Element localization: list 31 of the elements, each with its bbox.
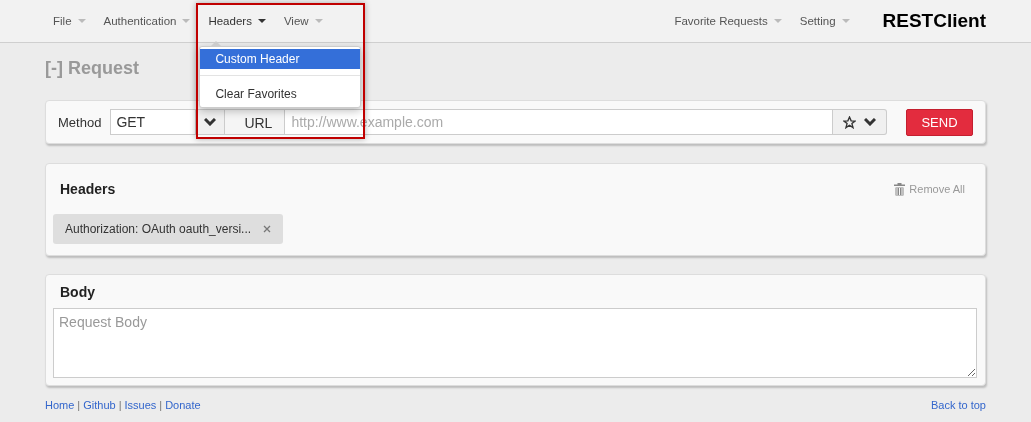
dropdown-item[interactable]: Custom Header — [200, 49, 361, 69]
menu-item[interactable]: Setting — [790, 0, 859, 42]
menu-item[interactable]: Authentication — [94, 0, 200, 42]
link-separator: | — [159, 399, 163, 411]
menu-item[interactable]: Favorite Requests — [665, 0, 791, 42]
header-tag[interactable]: Authorization: OAuth oauth_versi... — [53, 214, 284, 244]
menu-item[interactable]: View — [274, 0, 332, 42]
close-icon[interactable] — [263, 225, 272, 233]
back-to-top-link[interactable]: Back to top — [930, 399, 986, 411]
method-label: Method — [58, 114, 102, 130]
favorite-button[interactable] — [833, 109, 887, 135]
footer-link[interactable]: Issues — [124, 399, 157, 411]
menu-item[interactable]: File — [44, 0, 95, 42]
link-separator: | — [118, 399, 122, 411]
link-separator: | — [77, 399, 81, 411]
menu-item[interactable]: Headers — [199, 0, 275, 42]
footer-link[interactable]: Github — [83, 399, 116, 411]
trash-icon — [894, 182, 906, 196]
dropdown-item[interactable]: Clear Favorites — [200, 84, 361, 104]
card-title: Headers — [60, 181, 116, 197]
brand-title: RESTClient — [882, 10, 986, 32]
card-title: Body — [59, 284, 96, 302]
footer-link[interactable]: Donate — [165, 399, 201, 411]
request-body-field[interactable]: Request Body — [53, 308, 977, 378]
chevron-down-icon — [864, 118, 876, 126]
send-button[interactable]: SEND — [906, 108, 973, 136]
footer-link[interactable]: Home — [45, 399, 75, 411]
method-select[interactable]: GET — [110, 109, 226, 135]
url-label: URL — [225, 109, 286, 135]
star-icon — [843, 115, 856, 129]
chevron-down-icon — [204, 118, 217, 126]
